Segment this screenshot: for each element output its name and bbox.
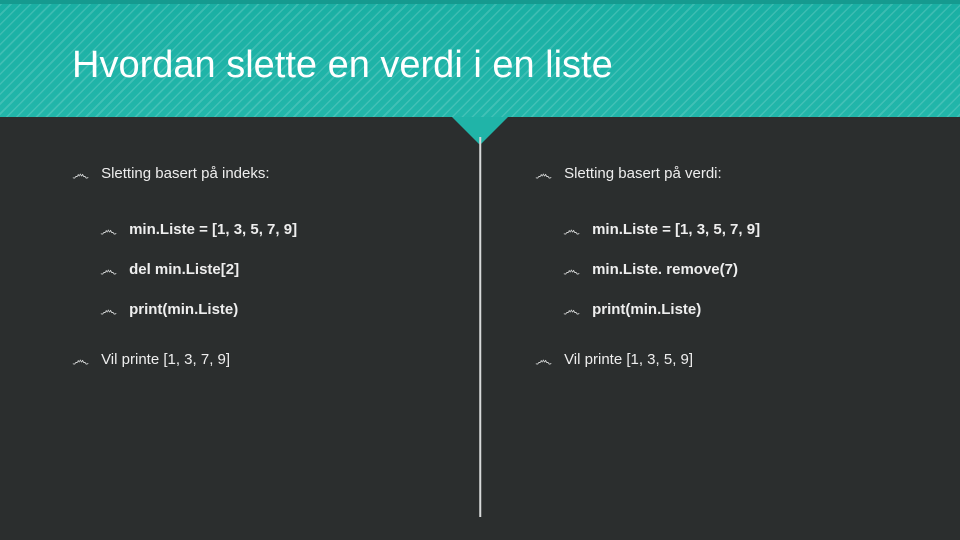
bullet-icon: ෴ xyxy=(563,301,580,319)
bullet-icon: ෴ xyxy=(72,351,89,369)
bullet-icon: ෴ xyxy=(100,301,117,319)
code-line: min.Liste = [1, 3, 5, 7, 9] xyxy=(592,221,760,238)
bullet-icon: ෴ xyxy=(563,221,580,239)
right-column: ෴ Sletting basert på verdi: ෴ min.Liste … xyxy=(480,165,960,537)
list-item: ෴ print(min.Liste) xyxy=(563,301,910,319)
left-code-block: ෴ min.Liste = [1, 3, 5, 7, 9] ෴ del min.… xyxy=(72,211,430,319)
code-line: min.Liste. remove(7) xyxy=(592,261,738,278)
list-item: ෴ del min.Liste[2] xyxy=(100,261,430,279)
list-item: ෴ Vil printe [1, 3, 7, 9] xyxy=(72,351,430,369)
bullet-icon: ෴ xyxy=(535,165,552,183)
list-item: ෴ Sletting basert på indeks: xyxy=(72,165,430,183)
slide-header: Hvordan slette en verdi i en liste xyxy=(0,0,960,117)
left-result: Vil printe [1, 3, 7, 9] xyxy=(101,351,230,368)
left-heading: Sletting basert på indeks: xyxy=(101,165,269,182)
list-item: ෴ min.Liste = [1, 3, 5, 7, 9] xyxy=(100,221,430,239)
bullet-icon: ෴ xyxy=(535,351,552,369)
bullet-icon: ෴ xyxy=(72,165,89,183)
bullet-icon: ෴ xyxy=(100,221,117,239)
left-column: ෴ Sletting basert på indeks: ෴ min.Liste… xyxy=(0,165,480,537)
code-line: print(min.Liste) xyxy=(592,301,701,318)
list-item: ෴ min.Liste. remove(7) xyxy=(563,261,910,279)
right-code-block: ෴ min.Liste = [1, 3, 5, 7, 9] ෴ min.List… xyxy=(535,211,910,319)
list-item: ෴ Sletting basert på verdi: xyxy=(535,165,910,183)
list-item: ෴ Vil printe [1, 3, 5, 9] xyxy=(535,351,910,369)
list-item: ෴ print(min.Liste) xyxy=(100,301,430,319)
code-line: print(min.Liste) xyxy=(129,301,238,318)
slide-title: Hvordan slette en verdi i en liste xyxy=(72,44,960,87)
slide-content: ෴ Sletting basert på indeks: ෴ min.Liste… xyxy=(0,117,960,537)
right-heading: Sletting basert på verdi: xyxy=(564,165,722,182)
bullet-icon: ෴ xyxy=(563,261,580,279)
center-divider xyxy=(479,137,481,517)
list-item: ෴ min.Liste = [1, 3, 5, 7, 9] xyxy=(563,221,910,239)
code-line: min.Liste = [1, 3, 5, 7, 9] xyxy=(129,221,297,238)
code-line: del min.Liste[2] xyxy=(129,261,239,278)
right-result: Vil printe [1, 3, 5, 9] xyxy=(564,351,693,368)
bullet-icon: ෴ xyxy=(100,261,117,279)
